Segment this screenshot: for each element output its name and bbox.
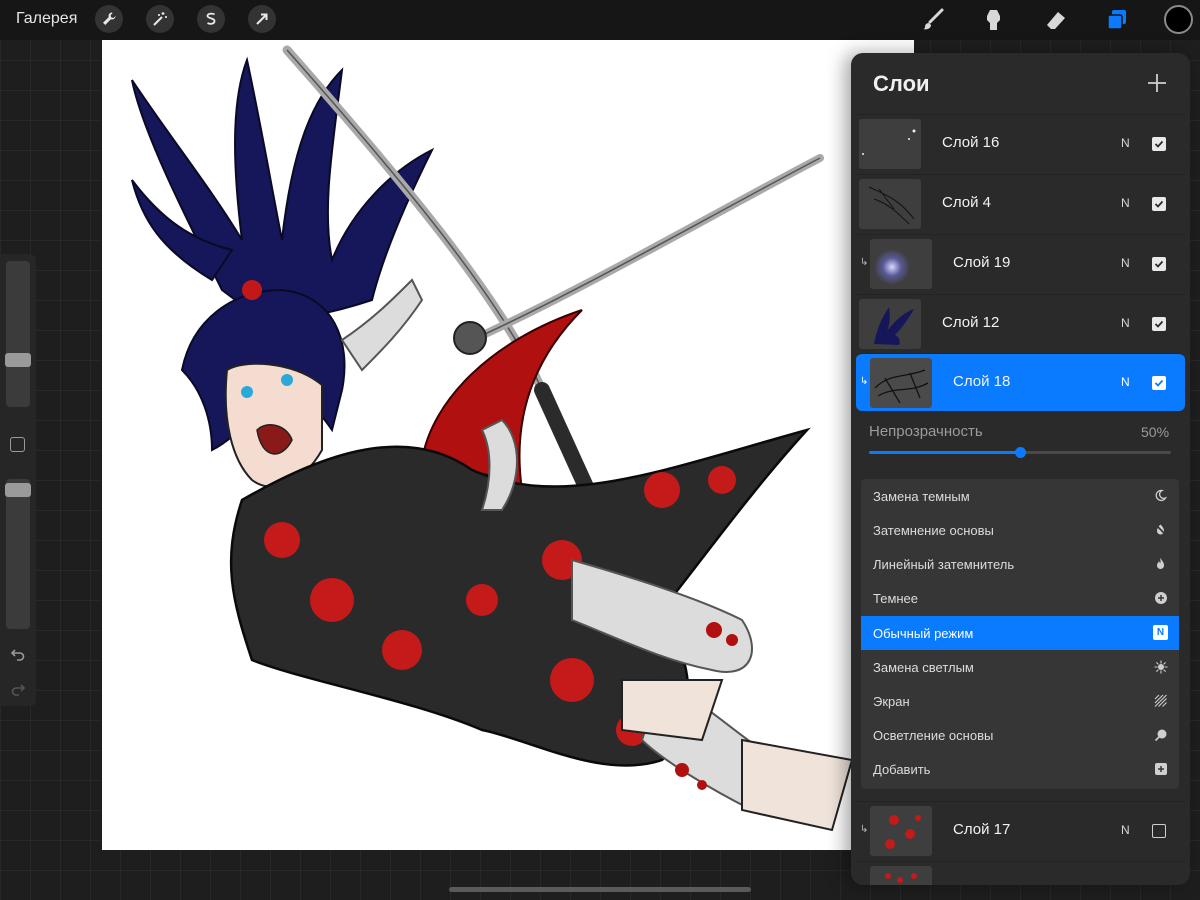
layer-thumbnail (859, 299, 921, 349)
layers-panel-title: Слои (873, 71, 930, 96)
checkmark-icon (1154, 320, 1164, 328)
checkmark-icon (1154, 379, 1164, 387)
blend-mode-label: Замена темным (873, 489, 970, 504)
blend-mode-item[interactable]: Осветление основы (861, 718, 1179, 752)
clipping-mask-icon: ↳ (860, 257, 869, 268)
selection-icon[interactable] (197, 5, 225, 33)
hatch-icon (1153, 693, 1168, 708)
blend-mode-label: Экран (873, 694, 910, 709)
clipping-mask-icon: ↳ (860, 824, 869, 835)
smudge-icon[interactable] (980, 6, 1008, 34)
opacity-label: Непрозрачность (869, 423, 983, 440)
dodge-icon (1153, 727, 1168, 742)
brush-size-slider[interactable] (6, 261, 30, 407)
eraser-icon[interactable] (1042, 6, 1070, 34)
layer-row[interactable]: ↳ Слой 17 N (856, 801, 1185, 859)
layer-thumbnail (870, 806, 932, 856)
checkmark-icon (1154, 260, 1164, 268)
layers-panel: Слои Слой 16 N Слой 4 N ↳ Слой 19 N Слой… (851, 53, 1190, 885)
layer-visibility-checkbox[interactable] (1152, 257, 1166, 271)
layer-blend-mode[interactable]: N (1121, 823, 1130, 837)
layer-row[interactable]: Слой 12 N (856, 294, 1185, 352)
blend-mode-menu: Замена темным Затемнение основы Линейный… (861, 479, 1179, 789)
blend-mode-item[interactable]: Замена темным (861, 479, 1179, 513)
layer-row-selected[interactable]: ↳ Слой 18 N (856, 353, 1185, 411)
home-indicator[interactable] (449, 887, 751, 892)
opacity-value: 50% (1141, 424, 1170, 440)
blend-mode-item[interactable]: Линейный затемнитель (861, 547, 1179, 581)
modify-square-icon[interactable] (10, 437, 25, 452)
color-picker-button[interactable] (1164, 5, 1193, 34)
blend-mode-label: Осветление основы (873, 728, 994, 743)
blend-mode-item[interactable]: Затемнение основы (861, 513, 1179, 547)
brush-icon[interactable] (919, 6, 947, 34)
burn-icon (1153, 522, 1168, 537)
blend-mode-item-active[interactable]: Обычный режим N (861, 616, 1179, 650)
plus-circle-icon (1153, 590, 1168, 605)
undo-icon[interactable] (7, 643, 29, 665)
blend-mode-label: Линейный затемнитель (873, 557, 1015, 572)
layer-thumbnail (859, 179, 921, 229)
plus-square-icon (1153, 761, 1168, 776)
blend-mode-label: Замена светлым (873, 660, 974, 675)
opacity-slider-knob[interactable] (1015, 447, 1026, 458)
layer-name: Слой 4 (942, 194, 991, 211)
opacity-slider[interactable] (869, 447, 1171, 458)
checkmark-icon (1154, 200, 1164, 208)
wrench-icon[interactable] (95, 5, 123, 33)
layer-blend-mode[interactable]: N (1121, 196, 1130, 210)
layer-row[interactable]: Слой 4 N (856, 174, 1185, 232)
brush-size-thumb[interactable] (5, 353, 31, 368)
top-toolbar: Галерея (0, 0, 1200, 40)
magic-wand-icon[interactable] (146, 5, 174, 33)
layer-visibility-checkbox[interactable] (1152, 317, 1166, 331)
artwork-illustration (131, 45, 854, 832)
layer-blend-mode[interactable]: N (1121, 375, 1130, 389)
blend-mode-item[interactable]: Добавить (861, 752, 1179, 786)
layer-thumbnail (870, 358, 932, 408)
plus-icon[interactable] (1145, 71, 1169, 95)
blend-mode-item[interactable]: Экран (861, 684, 1179, 718)
n-badge-icon: N (1153, 625, 1168, 640)
layer-row[interactable] (856, 861, 1185, 885)
opacity-slider-fill (869, 451, 1020, 454)
transform-arrow-icon[interactable] (248, 5, 276, 33)
layer-visibility-checkbox[interactable] (1152, 376, 1166, 390)
flame-icon (1153, 556, 1168, 571)
layer-name: Слой 16 (942, 134, 1000, 151)
blend-mode-label: Обычный режим (873, 626, 974, 641)
layer-row[interactable]: Слой 16 N (856, 114, 1185, 172)
brush-opacity-thumb[interactable] (5, 482, 31, 497)
drawing-canvas[interactable] (102, 40, 914, 850)
blend-mode-label: Затемнение основы (873, 523, 994, 538)
blend-mode-label: Добавить (873, 762, 931, 777)
blend-mode-item[interactable]: Темнее (861, 581, 1179, 615)
left-sidebar (0, 254, 36, 706)
layer-thumbnail (870, 239, 932, 289)
layer-visibility-checkbox[interactable] (1152, 197, 1166, 211)
layer-blend-mode[interactable]: N (1121, 256, 1130, 270)
brush-opacity-slider[interactable] (6, 479, 30, 629)
layers-icon[interactable] (1103, 6, 1131, 34)
redo-icon[interactable] (7, 678, 29, 700)
layer-name: Слой 17 (953, 821, 1011, 838)
layer-name: Слой 12 (942, 314, 1000, 331)
clipping-mask-icon: ↳ (860, 376, 869, 387)
blend-mode-item[interactable]: Замена светлым (861, 650, 1179, 684)
layer-thumbnail (870, 866, 932, 885)
layer-row[interactable]: ↳ Слой 19 N (856, 234, 1185, 292)
layer-visibility-checkbox[interactable] (1152, 824, 1166, 838)
sun-icon (1153, 659, 1168, 674)
blend-mode-label: Темнее (873, 591, 919, 606)
layer-blend-mode[interactable]: N (1121, 316, 1130, 330)
checkmark-icon (1154, 140, 1164, 148)
layer-name: Слой 19 (953, 254, 1011, 271)
layer-name: Слой 18 (953, 373, 1011, 390)
moon-icon (1153, 488, 1168, 503)
layer-visibility-checkbox[interactable] (1152, 137, 1166, 151)
gallery-button[interactable]: Галерея (16, 10, 77, 28)
layer-thumbnail (859, 119, 921, 169)
layer-blend-mode[interactable]: N (1121, 136, 1130, 150)
